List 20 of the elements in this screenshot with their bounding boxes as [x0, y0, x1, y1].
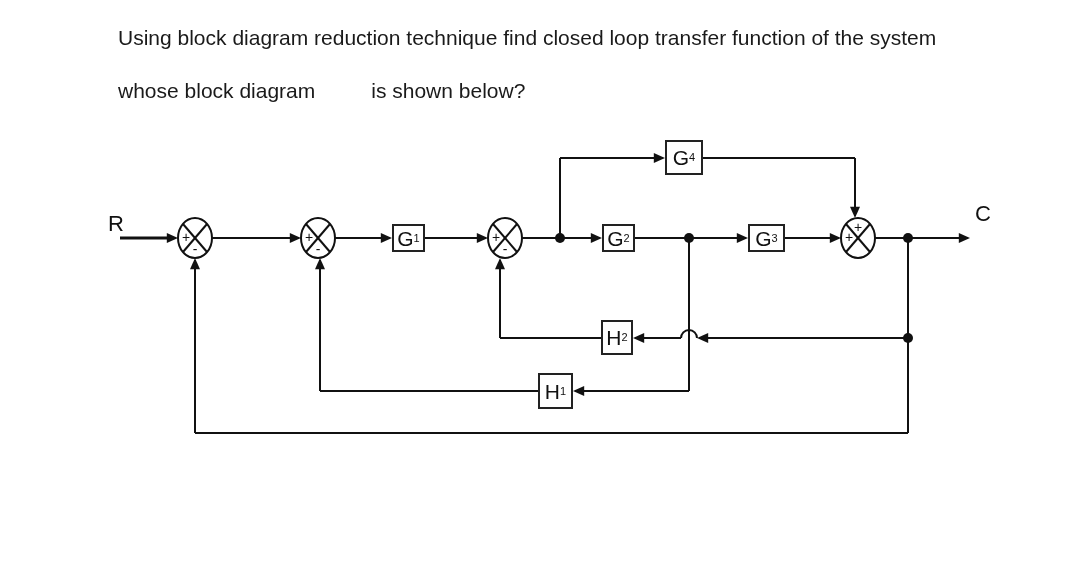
signal-arrow	[334, 233, 392, 243]
signal-arrow	[784, 233, 841, 243]
signal-arrow	[850, 157, 860, 218]
signal-arrow	[424, 233, 488, 243]
question-text: Using block diagram reduction technique find closed loop transfer function of the system	[118, 25, 938, 51]
branch-point	[555, 233, 565, 243]
summing-junction: + -	[300, 217, 336, 259]
signal-arrow	[633, 333, 682, 343]
summing-junction: + +	[840, 217, 876, 259]
output-label: C	[975, 201, 991, 226]
input-label: R	[108, 211, 124, 236]
branch-point	[684, 233, 694, 243]
branch-point	[903, 233, 913, 243]
question-text: is shown below?	[371, 78, 526, 104]
crossover-arc	[680, 329, 698, 339]
summing-junction: + -	[487, 217, 523, 259]
question-text: whose block diagram	[118, 78, 316, 104]
branch-point	[903, 333, 913, 343]
input-arrow	[120, 233, 178, 243]
summing-junction: + -	[177, 217, 213, 259]
